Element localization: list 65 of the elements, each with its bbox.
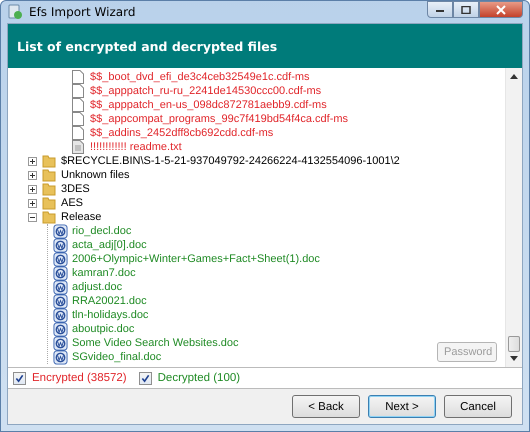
scroll-down-icon[interactable] xyxy=(510,356,518,361)
checkbox[interactable] xyxy=(138,372,152,384)
window-title: Efs Import Wizard xyxy=(29,5,136,19)
checkbox[interactable] xyxy=(13,372,26,384)
file-name[interactable]: aboutpic.doc xyxy=(72,323,134,335)
maximize-icon xyxy=(461,6,471,14)
folder-icon xyxy=(42,168,56,182)
close-icon xyxy=(496,4,506,14)
file-name[interactable]: RRA20021.doc xyxy=(72,295,147,307)
expand-icon[interactable] xyxy=(28,170,37,180)
wizard-button[interactable]: < Back xyxy=(292,395,360,418)
document-icon xyxy=(53,238,68,252)
filter-label: Encrypted (38572) xyxy=(32,372,127,384)
folder-name[interactable]: AES xyxy=(61,197,84,209)
minimize-button[interactable] xyxy=(427,1,453,18)
file-name[interactable]: !!!!!!!!!!!! readme.txt xyxy=(90,141,182,153)
document-icon xyxy=(53,224,68,238)
file-name[interactable]: Some Video Search Websites.doc xyxy=(72,337,239,349)
close-button[interactable] xyxy=(479,1,523,18)
file-name[interactable]: $$_addins_2452dff8cb692cdd.cdf-ms xyxy=(90,127,274,139)
page-heading: List of encrypted and decrypted files xyxy=(17,38,278,54)
document-icon xyxy=(53,266,68,280)
expand-icon[interactable] xyxy=(28,156,37,166)
scrollbar[interactable] xyxy=(505,68,522,367)
scroll-up-icon[interactable] xyxy=(510,74,518,79)
folder-icon xyxy=(42,154,56,168)
document-icon xyxy=(53,322,68,336)
collapse-icon[interactable] xyxy=(28,212,37,222)
file-icon xyxy=(72,84,84,98)
expand-icon[interactable] xyxy=(28,198,37,208)
file-name[interactable]: $$_apppatch_ru-ru_2241de14530ccc00.cdf-ms xyxy=(90,85,322,97)
file-name[interactable]: rio_decl.doc xyxy=(72,225,132,237)
expand-icon[interactable] xyxy=(28,184,37,194)
folder-name[interactable]: Release xyxy=(61,211,102,223)
document-icon xyxy=(53,252,68,266)
file-name[interactable]: SGvideo_final.doc xyxy=(72,351,162,363)
wizard-button[interactable]: Next > xyxy=(368,395,436,418)
document-icon xyxy=(53,350,68,364)
file-name[interactable]: tln-holidays.doc xyxy=(72,309,148,321)
folder-icon xyxy=(42,196,56,210)
document-icon xyxy=(53,336,68,350)
file-icon xyxy=(72,112,84,126)
file-name[interactable]: $$_boot_dvd_efi_de3c4ceb32549e1c.cdf-ms xyxy=(90,71,310,83)
app-icon xyxy=(7,4,23,20)
document-icon xyxy=(53,280,68,294)
wizard-button[interactable]: Cancel xyxy=(444,395,512,418)
folder-name[interactable]: Unknown files xyxy=(61,169,130,181)
folder-name[interactable]: 3DES xyxy=(61,183,90,195)
file-name[interactable]: acta_adj[0].doc xyxy=(72,239,147,251)
filter-label: Decrypted (100) xyxy=(158,372,240,384)
file-name[interactable]: $$_appcompat_programs_99c7f419bd54f4ca.cdf-ms xyxy=(90,113,348,125)
folder-icon xyxy=(42,210,56,224)
file-icon xyxy=(72,98,84,112)
file-name[interactable]: $$_apppatch_en-us_098dc872781aebb9.cdf-ms xyxy=(90,99,327,111)
file-name[interactable]: 2006+Olympic+Winter+Games+Fact+Sheet(1).doc xyxy=(72,253,320,265)
scrollbar-thumb[interactable] xyxy=(508,336,520,352)
folder-name[interactable]: $RECYCLE.BIN\S-1-5-21-937049792-24266224-4132554096-1001\2 xyxy=(61,155,400,167)
document-icon xyxy=(53,308,68,322)
text-file-icon xyxy=(72,140,84,154)
file-icon xyxy=(72,126,84,140)
file-name[interactable]: adjust.doc xyxy=(72,281,122,293)
folder-icon xyxy=(42,182,56,196)
file-name[interactable]: kamran7.doc xyxy=(72,267,136,279)
document-icon xyxy=(53,294,68,308)
maximize-button[interactable] xyxy=(453,1,479,18)
